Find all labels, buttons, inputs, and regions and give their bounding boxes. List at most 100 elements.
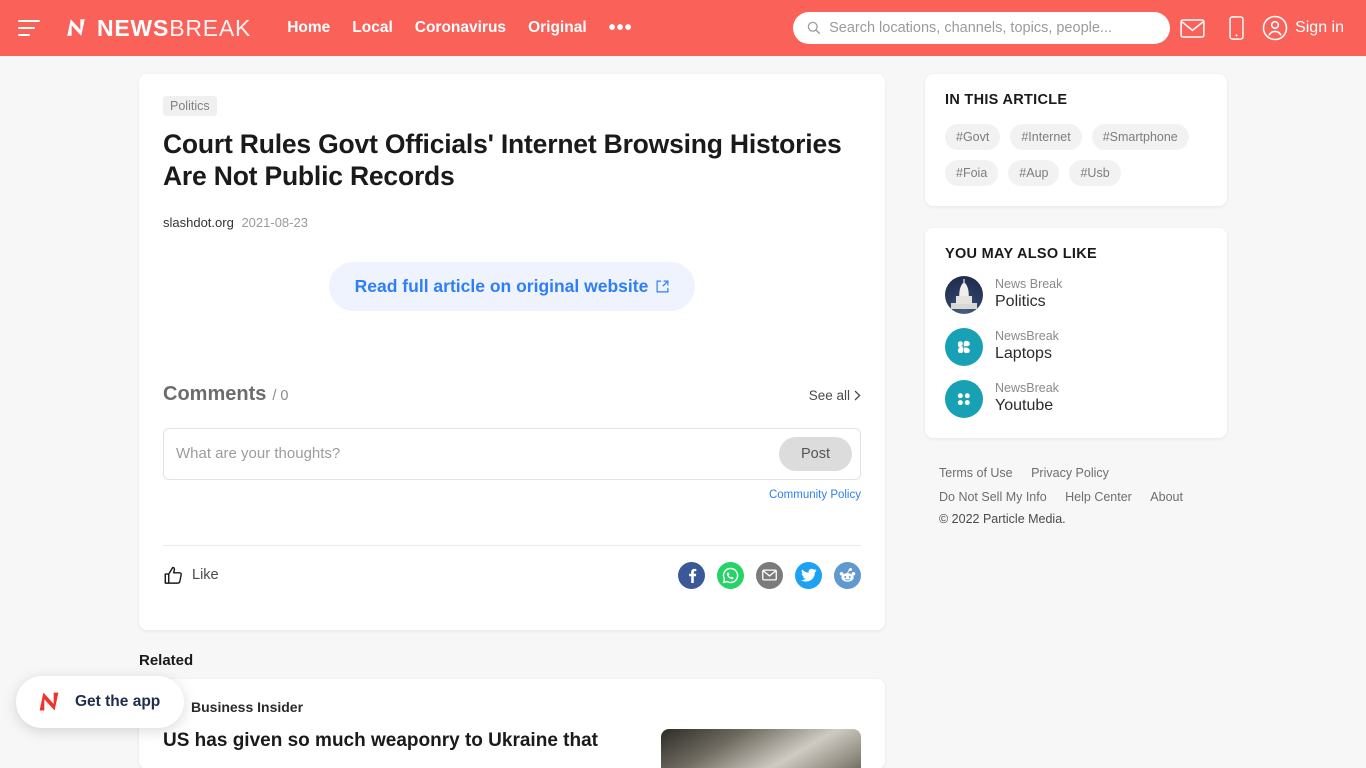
newsbreak-mark-icon	[67, 19, 85, 36]
tag-govt[interactable]: #Govt	[945, 124, 1001, 150]
article-actions: Like	[163, 546, 861, 611]
comment-input-box[interactable]: Post	[163, 427, 861, 480]
share-whatsapp-button[interactable]	[717, 561, 744, 589]
footer-link-help-center[interactable]: Help Center	[1065, 490, 1132, 504]
related-article-body: US has given so much weaponry to Ukraine…	[163, 729, 861, 768]
primary-nav: Home Local Coronavirus Original •••	[287, 18, 633, 38]
tag-aup[interactable]: #Aup	[1008, 160, 1060, 186]
hamburger-line	[18, 33, 30, 36]
channel-name: Politics	[995, 293, 1046, 311]
like-button[interactable]: Like	[163, 565, 219, 586]
phone-icon	[1228, 16, 1244, 40]
comments-section: Comments / 0 See all Post Community Poli…	[163, 383, 861, 501]
share-facebook-button[interactable]	[678, 561, 705, 589]
sign-in-button[interactable]: Sign in	[1262, 15, 1344, 41]
related-publisher-name: Business Insider	[191, 699, 304, 715]
copyright-text: © 2022 Particle Media.	[939, 512, 1066, 526]
article-source[interactable]: slashdot.org	[163, 215, 234, 230]
reddit-icon	[839, 567, 856, 582]
community-policy-link[interactable]: Community Policy	[163, 489, 861, 501]
channel-item-politics[interactable]: News Break Politics	[945, 276, 1207, 314]
channel-text-group: NewsBreak Youtube	[995, 381, 1059, 417]
read-full-article-button[interactable]: Read full article on original website	[328, 261, 696, 311]
share-buttons	[678, 561, 861, 589]
footer-link-terms[interactable]: Terms of Use	[939, 466, 1013, 480]
read-full-article-label: Read full article on original website	[354, 275, 649, 296]
site-header: NEWSBREAK Home Local Coronavirus Origina…	[0, 0, 1366, 56]
article-card: Politics Court Rules Govt Officials' Int…	[139, 74, 885, 630]
menu-hamburger-icon[interactable]	[18, 20, 40, 36]
channel-text-group: NewsBreak Laptops	[995, 329, 1059, 365]
like-label: Like	[192, 567, 219, 584]
comment-input[interactable]	[176, 445, 779, 463]
channel-item-youtube[interactable]: NewsBreak Youtube	[945, 380, 1207, 418]
read-full-wrapper: Read full article on original website	[163, 261, 861, 311]
twitter-icon	[800, 568, 817, 582]
related-heading: Related	[139, 652, 194, 669]
tag-list: #Govt #Internet #Smartphone #Foia #Aup #…	[945, 124, 1207, 186]
footer-link-do-not-sell[interactable]: Do Not Sell My Info	[939, 490, 1047, 504]
see-all-label: See all	[808, 387, 850, 403]
tag-foia[interactable]: #Foia	[945, 160, 999, 186]
get-the-app-pill[interactable]: Get the app	[16, 676, 185, 728]
comments-header: Comments / 0 See all	[163, 383, 861, 406]
header-right-group: Sign in	[793, 8, 1344, 48]
see-all-comments-link[interactable]: See all	[809, 388, 861, 403]
envelope-icon	[1179, 18, 1205, 38]
tag-usb[interactable]: #Usb	[1069, 160, 1121, 186]
channel-publisher: NewsBreak	[995, 380, 1059, 395]
related-article-thumbnail[interactable]	[661, 729, 861, 768]
related-publisher: BUSINESS INSIDER Business Insider	[163, 697, 861, 717]
share-twitter-button[interactable]	[795, 561, 822, 589]
page-body: Politics Court Rules Govt Officials' Int…	[0, 56, 1366, 768]
tag-smartphone[interactable]: #Smartphone	[1091, 124, 1189, 150]
post-comment-button[interactable]: Post	[778, 436, 852, 471]
capitol-dome-icon	[951, 279, 977, 309]
capitol-avatar-icon	[945, 276, 983, 314]
nav-item-coronavirus[interactable]: Coronavirus	[415, 19, 506, 37]
clover-icon	[957, 340, 970, 354]
article-title: Court Rules Govt Officials' Internet Bro…	[163, 129, 842, 192]
footer-row-1: Terms of Use Privacy Policy	[939, 464, 1213, 482]
comments-heading: Comments	[163, 382, 267, 405]
search-box[interactable]	[793, 12, 1171, 44]
article-date: 2021-08-23	[241, 214, 308, 230]
nav-item-local[interactable]: Local	[352, 19, 392, 37]
footer-link-privacy[interactable]: Privacy Policy	[1031, 466, 1109, 480]
channel-item-laptops[interactable]: NewsBreak Laptops	[945, 328, 1207, 366]
external-link-icon	[656, 280, 669, 293]
share-email-button[interactable]	[756, 561, 783, 589]
hamburger-line	[18, 20, 40, 23]
get-app-button[interactable]	[1214, 8, 1258, 48]
clover-avatar-icon	[945, 328, 983, 366]
channel-publisher: News Break	[995, 276, 1063, 291]
footer-row-2: Do Not Sell My Info Help Center About	[939, 488, 1213, 506]
nav-item-home[interactable]: Home	[287, 19, 330, 37]
newsbreak-logo[interactable]: NEWSBREAK	[62, 14, 251, 42]
comments-count: / 0	[272, 387, 289, 404]
category-badge[interactable]: Politics	[163, 96, 217, 116]
related-article-headline[interactable]: US has given so much weaponry to Ukraine…	[163, 729, 643, 753]
clover-avatar-icon	[945, 380, 983, 418]
search-input[interactable]	[829, 20, 1157, 36]
footer-link-about[interactable]: About	[1150, 490, 1183, 504]
nav-more-icon[interactable]: •••	[609, 18, 633, 38]
chevron-right-icon	[854, 390, 861, 401]
sidebar: IN THIS ARTICLE #Govt #Internet #Smartph…	[925, 74, 1227, 768]
share-reddit-button[interactable]	[834, 561, 861, 589]
in-this-article-card: IN THIS ARTICLE #Govt #Internet #Smartph…	[925, 74, 1227, 206]
tag-internet[interactable]: #Internet	[1010, 124, 1082, 150]
facebook-icon	[688, 569, 696, 584]
you-may-also-like-heading: YOU MAY ALSO LIKE	[945, 246, 1098, 262]
search-icon	[807, 21, 821, 35]
envelope-icon	[762, 569, 777, 581]
nav-item-original[interactable]: Original	[528, 19, 587, 37]
inbox-button[interactable]	[1170, 8, 1214, 48]
channel-text-group: News Break Politics	[995, 277, 1062, 313]
hamburger-line	[18, 26, 35, 30]
you-may-also-like-card: YOU MAY ALSO LIKE News Break Politics Ne…	[925, 228, 1227, 438]
sign-in-label: Sign in	[1295, 19, 1344, 36]
brand-light: BREAK	[169, 14, 252, 41]
whatsapp-icon	[722, 567, 739, 584]
related-article-card[interactable]: BUSINESS INSIDER Business Insider US has…	[139, 679, 885, 768]
